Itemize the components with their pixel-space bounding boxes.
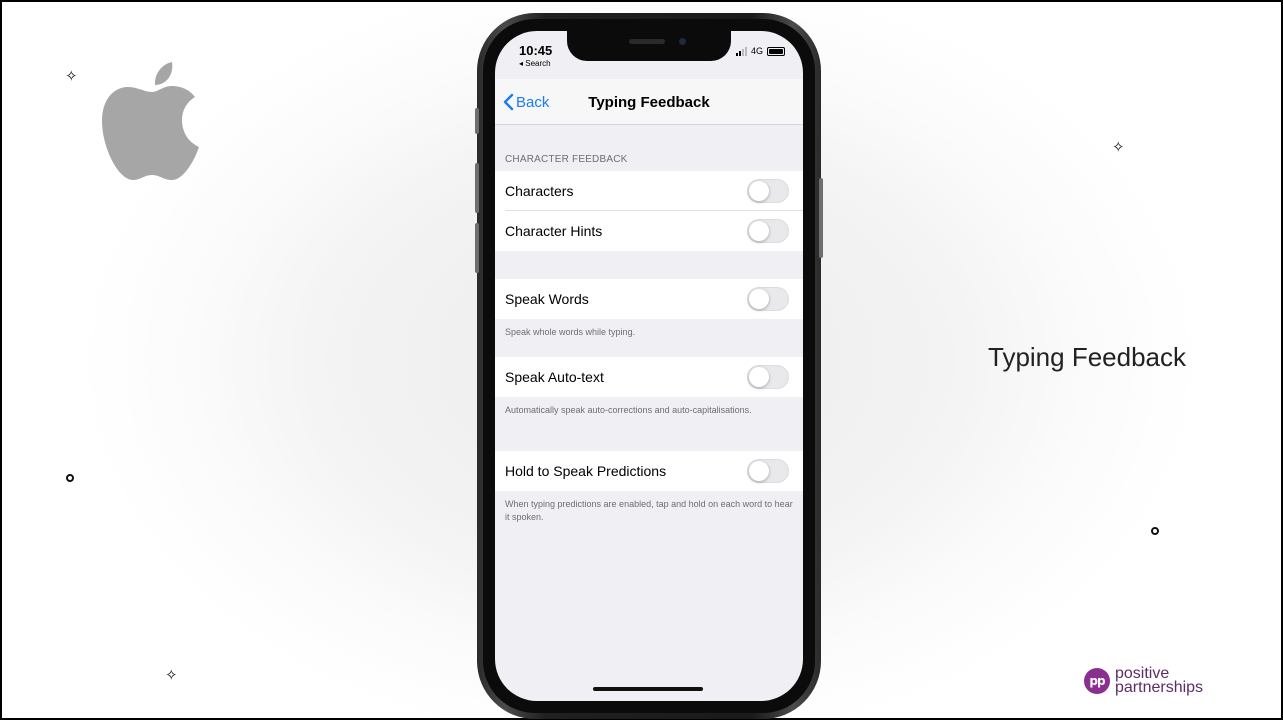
brand-line-2: partnerships [1115,679,1204,696]
apple-logo [102,62,199,180]
circle-dot-icon [66,474,74,482]
speak-auto-text-footer: Automatically speak auto-corrections and… [505,405,752,415]
setting-row-speak-words: Speak Words [495,279,803,319]
setting-row-hold-to-speak-predictions: Hold to Speak Predictions [495,451,803,491]
status-time: 10:45 [519,43,553,58]
settings-list: CHARACTER FEEDBACK Characters Character … [495,125,803,524]
hold-to-speak-toggle[interactable] [747,459,789,483]
iphone-mockup: 10:45 ◂ Search 4G Back Typing Feedback C… [475,13,823,719]
character-hints-toggle[interactable] [747,219,789,243]
setting-label: Character Hints [505,223,603,239]
hold-to-speak-footer: When typing predictions are enabled, tap… [505,499,793,522]
brand-wordmark: positive partnerships [1115,666,1204,696]
status-indicators: 4G [735,46,785,56]
setting-label: Speak Auto-text [505,369,604,385]
volume-down-button [475,223,479,273]
setting-row-character-hints: Character Hints [495,211,803,251]
navigation-bar: Back Typing Feedback [495,79,803,125]
speak-words-footer: Speak whole words while typing. [505,327,636,337]
sparkle-icon: ✧ [165,666,178,684]
page-title: Typing Feedback [588,94,710,111]
speak-words-toggle[interactable] [747,287,789,311]
signal-icon [735,46,747,56]
setting-row-speak-auto-text: Speak Auto-text [495,357,803,397]
speak-auto-text-toggle[interactable] [747,365,789,389]
volume-up-button [475,163,479,213]
setting-label: Hold to Speak Predictions [505,463,667,479]
notch [567,31,731,61]
power-button [819,178,823,258]
brand-logo: pp positive partnerships [1084,666,1204,696]
status-back-to-app[interactable]: ◂ Search [519,59,551,68]
battery-icon [767,46,785,56]
section-header-character-feedback: CHARACTER FEEDBACK [505,154,628,165]
brand-mark-icon: pp [1084,668,1110,694]
phone-screen: 10:45 ◂ Search 4G Back Typing Feedback C… [495,31,803,701]
sparkle-icon: ✧ [1112,138,1125,156]
sparkle-icon: ✧ [65,67,78,85]
slide-title: Typing Feedback [988,342,1187,372]
network-type: 4G [750,46,763,56]
mute-switch [475,108,479,134]
circle-dot-icon [1151,527,1159,535]
setting-label: Characters [505,183,574,199]
characters-toggle[interactable] [747,179,789,203]
home-indicator[interactable] [593,687,703,691]
setting-row-characters: Characters [495,171,803,211]
setting-label: Speak Words [505,291,589,307]
